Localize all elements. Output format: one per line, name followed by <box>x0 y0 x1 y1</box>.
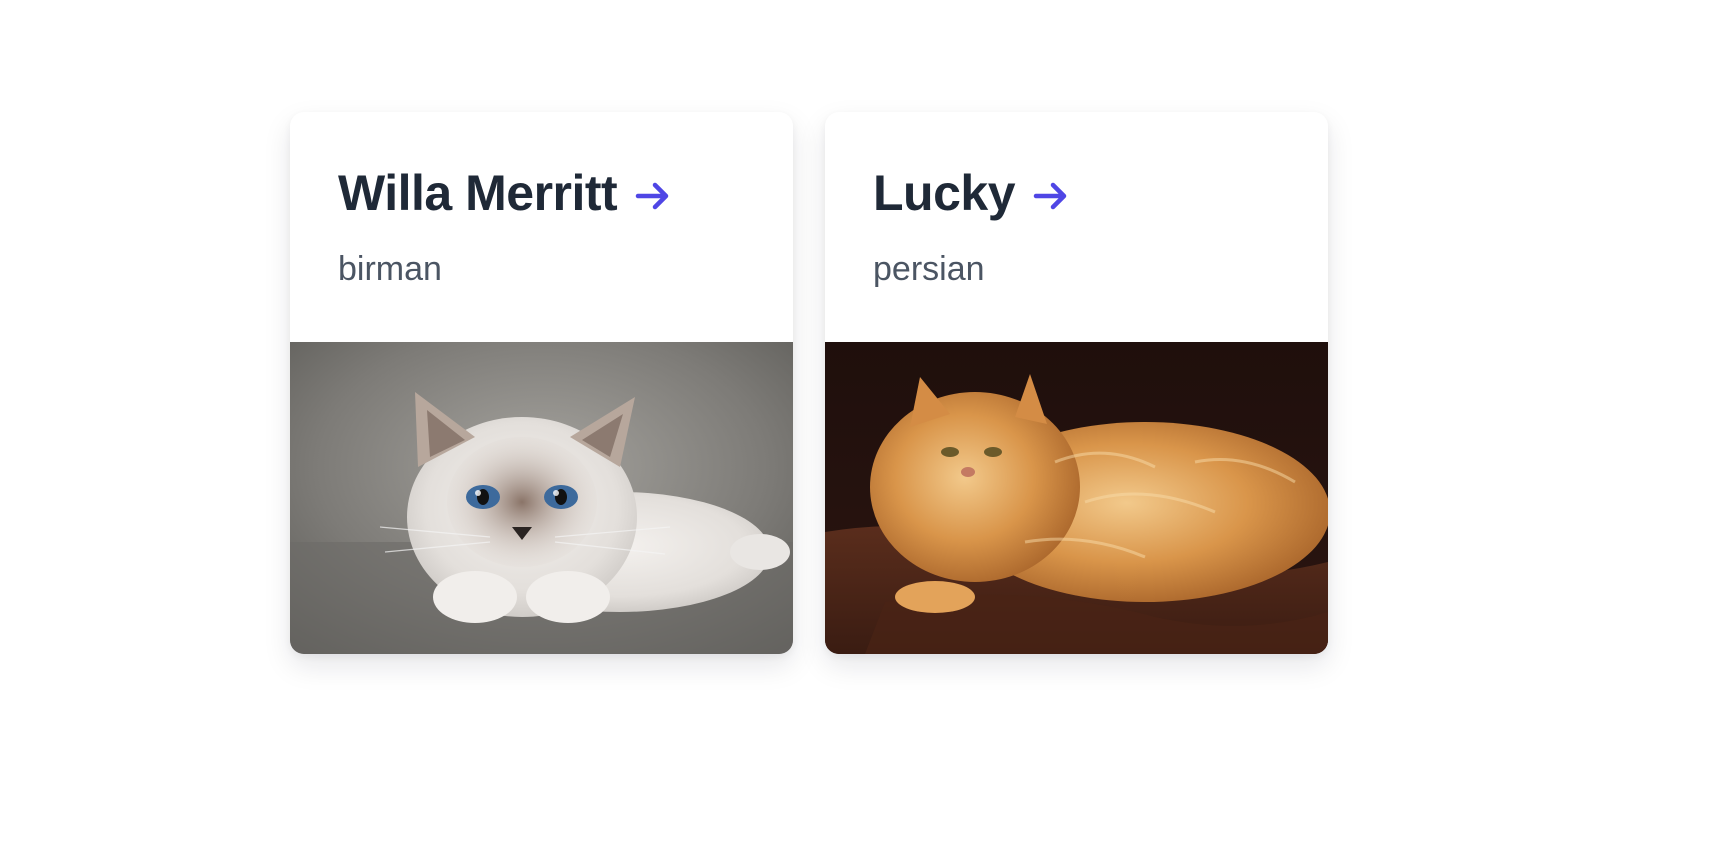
cat-name[interactable]: Willa Merritt <box>338 168 618 218</box>
cat-photo <box>825 342 1328 654</box>
cat-photo <box>290 342 793 654</box>
cat-card-lucky[interactable]: Lucky persian <box>825 112 1328 654</box>
card-title-row: Willa Merritt <box>338 168 745 218</box>
card-header: Lucky persian <box>825 112 1328 342</box>
cat-name[interactable]: Lucky <box>873 168 1016 218</box>
cat-card-grid: Willa Merritt birman Lucky persian <box>290 112 1328 654</box>
card-header: Willa Merritt birman <box>290 112 793 342</box>
arrow-right-icon[interactable] <box>1033 181 1069 211</box>
cat-breed: birman <box>338 250 442 288</box>
arrow-right-icon[interactable] <box>635 181 671 211</box>
cat-card-willa-merritt[interactable]: Willa Merritt birman <box>290 112 793 654</box>
card-title-row: Lucky <box>873 168 1280 218</box>
cat-breed: persian <box>873 250 985 288</box>
